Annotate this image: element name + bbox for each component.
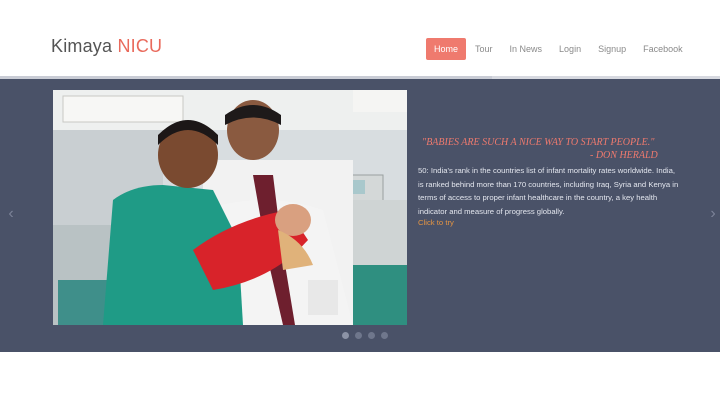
nicu-photo-illustration — [53, 90, 407, 325]
quote-text: "BABIES ARE SUCH A NICE WAY TO START PEO… — [422, 137, 655, 148]
slider-dots — [342, 332, 394, 339]
site-header: Kimaya NICU Home Tour In News Login Sign… — [0, 0, 720, 77]
chevron-left-icon: ‹ — [8, 205, 14, 222]
quote-author: - DON HERALD — [590, 150, 658, 161]
hero-description: 50: India's rank in the countries list o… — [418, 166, 679, 216]
hero-quote: "BABIES ARE SUCH A NICE WAY TO START PEO… — [418, 136, 678, 162]
site-logo[interactable]: Kimaya NICU — [51, 36, 162, 57]
slider-prev-button[interactable]: ‹ — [6, 205, 16, 223]
nav-in-news[interactable]: In News — [502, 38, 551, 60]
nav-home[interactable]: Home — [426, 38, 467, 60]
slider-dot-2[interactable] — [355, 332, 362, 339]
nav-signup[interactable]: Signup — [590, 38, 634, 60]
slider-dot-1[interactable] — [342, 332, 349, 339]
main-nav: Home Tour In News Login Signup Facebook — [426, 38, 692, 60]
nav-tour[interactable]: Tour — [467, 38, 501, 60]
logo-accent-text: NICU — [117, 36, 163, 56]
logo-main-text: Kimaya — [51, 36, 113, 56]
slider-next-button[interactable]: › — [708, 205, 718, 223]
slider-dot-3[interactable] — [368, 332, 375, 339]
slider-dot-4[interactable] — [381, 332, 388, 339]
chevron-right-icon: › — [710, 205, 716, 222]
hero-photo — [53, 90, 407, 325]
hero-slider: ‹ "BABIES ARE SUCH A NICE WAY TO START P… — [0, 79, 720, 352]
nav-login[interactable]: Login — [551, 38, 589, 60]
nav-facebook[interactable]: Facebook — [635, 38, 691, 60]
click-to-try-link[interactable]: Click to try — [418, 218, 454, 227]
